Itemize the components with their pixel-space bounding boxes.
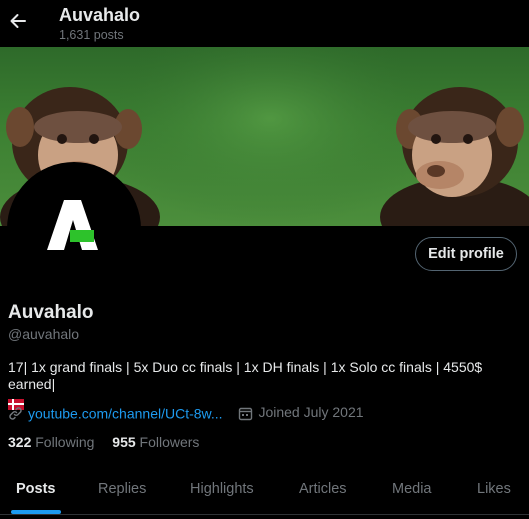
following-count: 322 xyxy=(8,434,32,450)
profile-bio: 17| 1x grand finals | 5x Duo cc finals |… xyxy=(8,359,523,410)
edit-profile-button[interactable]: Edit profile xyxy=(415,237,517,271)
joined-date: Joined July 2021 xyxy=(258,404,364,420)
tab-highlights[interactable]: Highlights xyxy=(190,465,254,514)
followers-count: 955 xyxy=(112,434,136,450)
tabs-divider xyxy=(0,514,529,515)
following-link[interactable]: 322 Following xyxy=(8,434,98,450)
tab-articles[interactable]: Articles xyxy=(299,465,347,514)
tab-posts[interactable]: Posts xyxy=(16,465,56,514)
followers-label: Followers xyxy=(139,434,200,450)
avatar[interactable] xyxy=(7,162,141,296)
follow-stats: 322 Following 955 Followers xyxy=(8,434,199,450)
auvahalo-logo-icon xyxy=(47,200,98,250)
profile-website-link[interactable]: youtube.com/channel/UCt-8w... xyxy=(28,405,223,421)
back-arrow-icon[interactable] xyxy=(8,11,28,31)
user-handle: @auvahalo xyxy=(8,326,80,342)
header-title: Auvahalo xyxy=(59,5,141,25)
profile-tabs: Posts Replies Highlights Articles Media … xyxy=(0,465,529,514)
following-label: Following xyxy=(35,434,95,450)
profile-meta: youtube.com/channel/UCt-8w... Joined Jul… xyxy=(8,404,364,422)
tab-likes[interactable]: Likes xyxy=(477,465,511,514)
tab-media[interactable]: Media xyxy=(392,465,432,514)
link-icon xyxy=(8,406,23,421)
tab-replies[interactable]: Replies xyxy=(98,465,146,514)
top-bar: Auvahalo 1,631 posts xyxy=(0,0,529,47)
display-name: Auvahalo xyxy=(8,302,94,323)
header-post-count: 1,631 posts xyxy=(59,28,124,42)
followers-link[interactable]: 955 Followers xyxy=(112,434,199,450)
bio-text: 17| 1x grand finals | 5x Duo cc finals |… xyxy=(8,359,483,392)
calendar-icon xyxy=(238,406,253,421)
